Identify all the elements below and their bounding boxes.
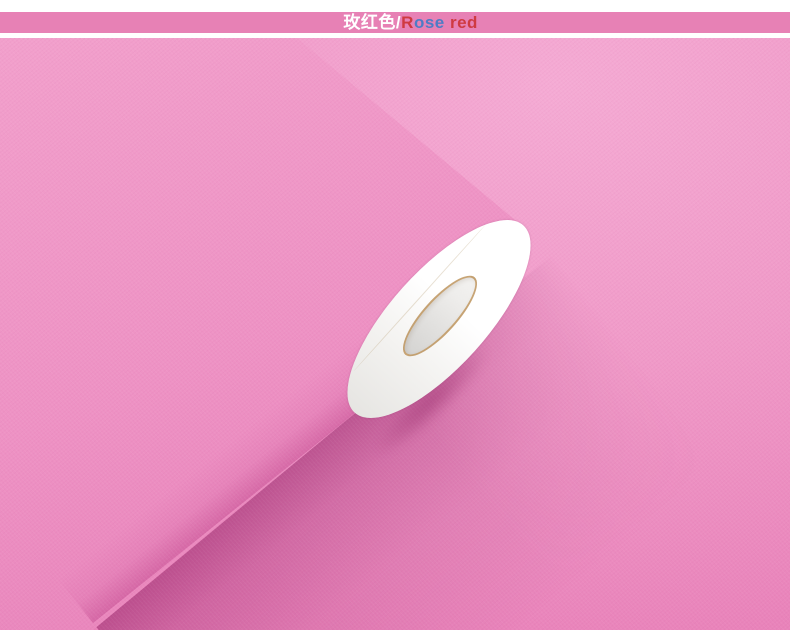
color-name-chinese: 玫红色 — [343, 13, 396, 32]
color-label-bar: 玫红色/Rose red — [0, 12, 790, 33]
wallpaper-product-photo — [0, 38, 790, 630]
color-name-english-part2: ose — [413, 13, 445, 32]
color-name-english-part1: R — [401, 13, 414, 32]
product-image-page: 玫红色/Rose red — [0, 0, 790, 630]
color-name-english-part3: red — [444, 13, 478, 32]
